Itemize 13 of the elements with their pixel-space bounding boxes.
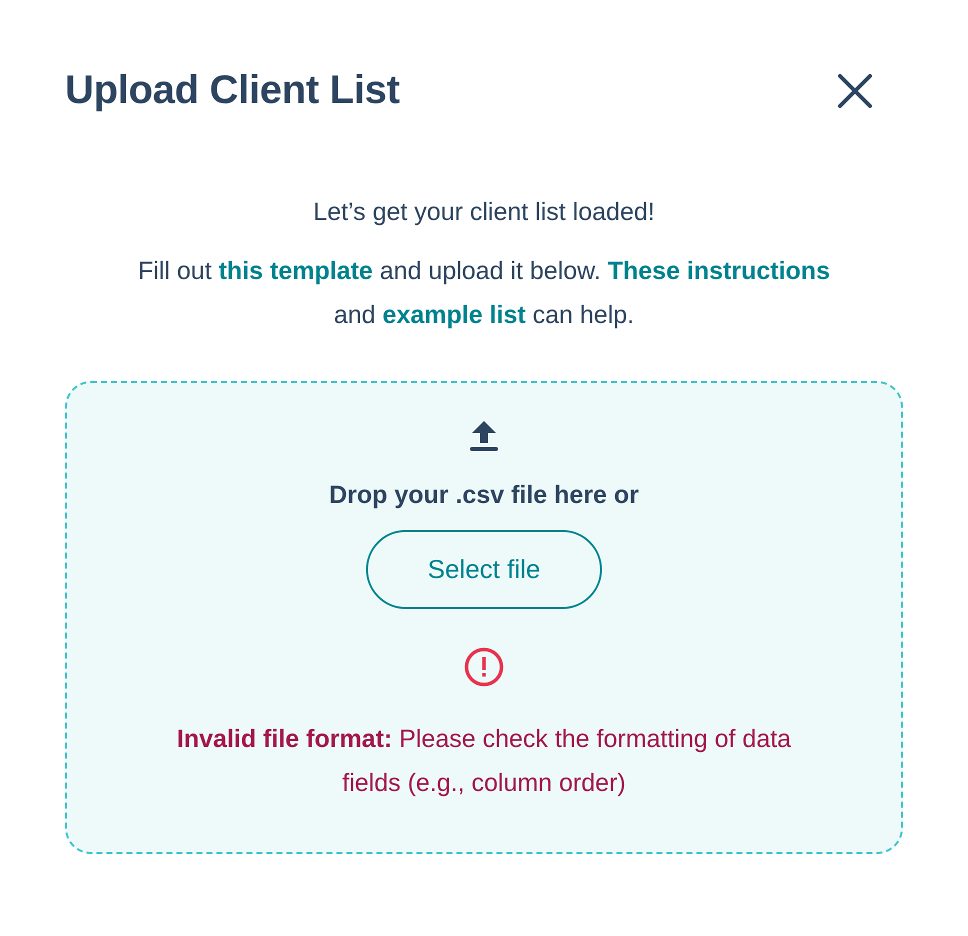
error-message: Invalid file format: Please check the formatting of data fields (e.g., column order): [176, 724, 792, 799]
drop-zone[interactable]: Drop your .csv file here or Select file Invalid file format: Please check the formatting of data fields (e.g., column order): [65, 381, 903, 854]
intro-paragraph: Fill out this template and upload it below. These instructions and example list can help.: [137, 256, 831, 331]
error-icon: [464, 647, 504, 687]
template-link[interactable]: These instructions: [608, 257, 830, 285]
template-link[interactable]: example list: [382, 301, 526, 329]
close-icon: [837, 72, 873, 108]
template-link[interactable]: this template: [218, 257, 373, 285]
intro-heading: Let’s get your client list loaded!: [312, 198, 656, 227]
dialog-title: Upload Client List: [65, 68, 400, 113]
upload-icon: [470, 419, 498, 451]
select-file-button[interactable]: Select file: [366, 530, 602, 609]
drop-prompt: Drop your .csv file here or: [329, 481, 639, 510]
